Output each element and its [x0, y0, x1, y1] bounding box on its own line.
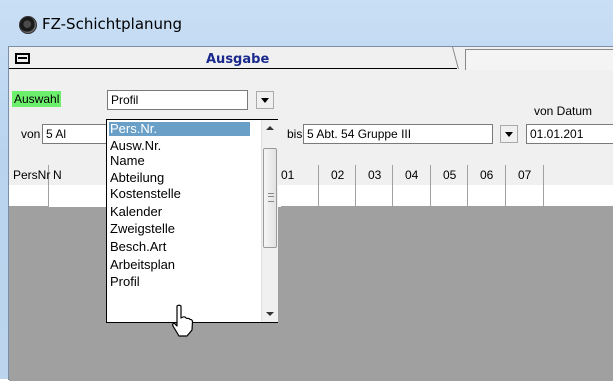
- list-item-abteilung[interactable]: Abteilung: [110, 171, 164, 185]
- grid-cell[interactable]: [431, 185, 468, 207]
- scrollbar-thumb[interactable]: [263, 148, 277, 248]
- grid-cell[interactable]: [319, 185, 356, 207]
- list-item-kalender[interactable]: Kalender: [110, 205, 162, 219]
- scroll-up-icon[interactable]: [262, 120, 278, 136]
- grid-header-05[interactable]: 05: [431, 165, 468, 185]
- auswahl-value: Profil: [111, 93, 139, 107]
- menu-icon[interactable]: [15, 53, 30, 64]
- title-bar: FZ-Schichtplanung: [0, 0, 613, 46]
- grid-cell[interactable]: [393, 185, 431, 207]
- auswahl-label: Auswahl: [12, 91, 62, 107]
- dropdown-scrollbar[interactable]: [261, 120, 278, 322]
- grid-cell[interactable]: [468, 185, 506, 207]
- scroll-down-icon[interactable]: [262, 306, 278, 322]
- von-label: von: [21, 127, 41, 141]
- list-item-besch-art[interactable]: Besch.Art: [110, 240, 166, 254]
- auswahl-dropdown-button[interactable]: [256, 91, 274, 109]
- datum-field[interactable]: 01.01.201: [526, 124, 613, 144]
- grid-cell[interactable]: [544, 185, 613, 207]
- bis-select[interactable]: 5 Abt. 54 Gruppe III: [303, 124, 493, 144]
- grid-header-04[interactable]: 04: [393, 165, 431, 185]
- von-datum-label: von Datum: [534, 104, 593, 118]
- app-icon[interactable]: [19, 16, 37, 34]
- scrollbar-grip-icon: [268, 193, 274, 202]
- list-item-kostenstelle[interactable]: Kostenstelle: [110, 187, 181, 201]
- grid-header-01[interactable]: 01: [281, 165, 319, 185]
- tab-ausgabe[interactable]: Ausgabe: [206, 52, 269, 67]
- datum-value: 01.01.201: [530, 127, 584, 141]
- grid-header-name[interactable]: N: [49, 165, 109, 185]
- tab-strip: Ausgabe: [9, 47, 613, 70]
- list-item-arbeitsplan[interactable]: Arbeitsplan: [110, 258, 175, 272]
- list-item-pers-nr[interactable]: Pers.Nr.: [109, 122, 250, 136]
- von-select[interactable]: 5 Al: [42, 124, 112, 144]
- bis-dropdown-button[interactable]: [500, 125, 518, 143]
- list-item-name[interactable]: Name: [110, 154, 145, 168]
- auswahl-dropdown-list[interactable]: Pers.Nr. Ausw.Nr. Name Abteilung Kostens…: [106, 119, 278, 323]
- window-title: FZ-Schichtplanung: [42, 15, 183, 33]
- von-value: 5 Al: [46, 127, 67, 141]
- grid-cell[interactable]: [281, 185, 319, 207]
- client-area: Ausgabe Auswahl Profil von Datum von 5 A…: [8, 46, 613, 381]
- grid-cell[interactable]: [9, 185, 49, 207]
- list-item-profil[interactable]: Profil: [110, 275, 140, 289]
- grid-header-03[interactable]: 03: [356, 165, 393, 185]
- bis-label: bis: [287, 127, 303, 141]
- auswahl-select[interactable]: Profil: [107, 90, 248, 110]
- grid-cell[interactable]: [356, 185, 393, 207]
- grid-header-02[interactable]: 02: [319, 165, 356, 185]
- list-item-ausw-nr[interactable]: Ausw.Nr.: [110, 139, 161, 153]
- grid-cell[interactable]: [506, 185, 544, 207]
- list-item-zweigstelle[interactable]: Zweigstelle: [110, 222, 175, 236]
- grid-header-persnr[interactable]: PersNr: [9, 165, 50, 185]
- grid-header-07[interactable]: 07: [506, 165, 544, 185]
- application-window: FZ-Schichtplanung Ausgabe Auswahl Profil…: [0, 0, 613, 381]
- tab-next[interactable]: [465, 49, 613, 70]
- pointer-cursor-icon: [172, 304, 194, 337]
- grid-header-06[interactable]: 06: [468, 165, 506, 185]
- bis-value: 5 Abt. 54 Gruppe III: [307, 127, 412, 141]
- tab-underline: [9, 68, 457, 69]
